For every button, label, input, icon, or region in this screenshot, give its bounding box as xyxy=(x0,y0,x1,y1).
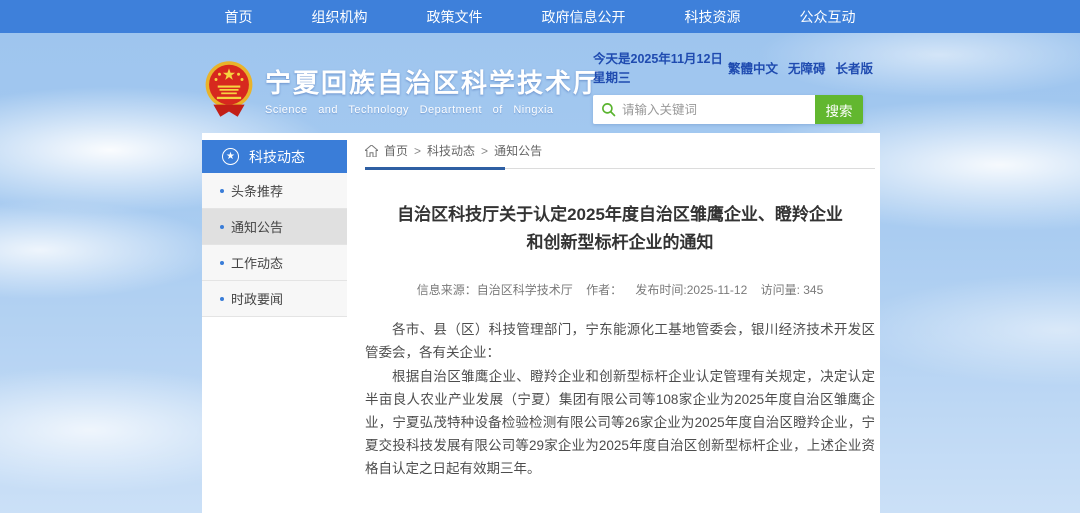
bullet-icon xyxy=(220,225,224,229)
breadcrumb-home[interactable]: 首页 xyxy=(384,142,408,159)
search-input[interactable] xyxy=(622,103,807,117)
sidebar-header: ★ 科技动态 xyxy=(202,140,347,173)
breadcrumb-notices[interactable]: 通知公告 xyxy=(494,142,542,159)
bullet-icon xyxy=(220,297,224,301)
article-body: 各市、县（区）科技管理部门，宁东能源化工基地管委会，银川经济技术开发区管委会，各… xyxy=(365,318,875,481)
nav-item-government-info[interactable]: 政府信息公开 xyxy=(542,7,626,27)
bullet-icon xyxy=(220,261,224,265)
sidebar-list: 头条推荐 通知公告 工作动态 时政要闻 xyxy=(202,173,347,317)
utility-row: 今天是2025年11月12日 星期三 繁體中文 无障碍 长者版 xyxy=(593,48,873,86)
sidebar-item-label: 时政要闻 xyxy=(231,289,283,308)
sidebar-item-work-trends[interactable]: 工作动态 xyxy=(202,245,347,281)
article-meta: 信息来源：自治区科学技术厅 作者： 发布时间:2025-11-12 访问量: 3… xyxy=(365,281,875,298)
search-icon xyxy=(601,102,616,117)
utility-links: 繁體中文 无障碍 长者版 xyxy=(728,58,873,77)
article-title: 自治区科技厅关于认定2025年度自治区雏鹰企业、瞪羚企业 和创新型标杆企业的通知 xyxy=(365,201,875,257)
content-panel: ★ 科技动态 头条推荐 通知公告 工作动态 时政要闻 xyxy=(202,133,880,513)
breadcrumb: 首页 > 科技动态 > 通知公告 xyxy=(365,133,875,169)
link-senior-version[interactable]: 长者版 xyxy=(835,58,873,77)
sidebar-title: 科技动态 xyxy=(249,147,305,167)
link-traditional-chinese[interactable]: 繁體中文 xyxy=(728,58,778,77)
top-navigation-items: 首页 组织机构 政策文件 政府信息公开 科技资源 公众互动 xyxy=(195,0,885,33)
site-title: 宁夏回族自治区科学技术厅 xyxy=(265,63,601,100)
breadcrumb-tech-news[interactable]: 科技动态 xyxy=(427,142,475,159)
meta-publish-time: 发布时间:2025-11-12 xyxy=(635,283,747,297)
national-emblem-logo xyxy=(203,59,255,119)
breadcrumb-separator: > xyxy=(414,144,421,158)
article-area: 首页 > 科技动态 > 通知公告 自治区科技厅关于认定2025年度自治区雏鹰企业… xyxy=(365,133,875,513)
sidebar-item-label: 工作动态 xyxy=(231,253,283,272)
nav-item-organization[interactable]: 组织机构 xyxy=(312,7,368,27)
top-navigation-bar: 首页 组织机构 政策文件 政府信息公开 科技资源 公众互动 xyxy=(0,0,1080,33)
meta-source: 信息来源：自治区科学技术厅 xyxy=(417,283,573,297)
article-paragraph: 根据自治区雏鹰企业、瞪羚企业和创新型标杆企业认定管理有关规定，决定认定半亩良人农… xyxy=(365,365,875,481)
article-title-line1: 自治区科技厅关于认定2025年度自治区雏鹰企业、瞪羚企业 xyxy=(365,201,875,229)
search-button[interactable]: 搜索 xyxy=(815,95,863,124)
search-bar: 搜索 xyxy=(593,95,863,124)
bullet-icon xyxy=(220,189,224,193)
breadcrumb-separator: > xyxy=(481,144,488,158)
nav-item-policy-documents[interactable]: 政策文件 xyxy=(427,7,483,27)
sidebar-item-notices[interactable]: 通知公告 xyxy=(202,209,347,245)
site-subtitle: Science and Technology Department of Nin… xyxy=(265,104,601,116)
article-paragraph: 各市、县（区）科技管理部门，宁东能源化工基地管委会，银川经济技术开发区管委会，各… xyxy=(365,318,875,364)
article-title-line2: 和创新型标杆企业的通知 xyxy=(365,229,875,257)
meta-author: 作者： xyxy=(586,283,622,297)
sidebar-item-label: 头条推荐 xyxy=(231,181,283,200)
nav-item-home[interactable]: 首页 xyxy=(225,7,253,27)
home-icon xyxy=(365,145,378,157)
site-header: 宁夏回族自治区科学技术厅 Science and Technology Depa… xyxy=(0,33,1080,133)
nav-item-public-interaction[interactable]: 公众互动 xyxy=(800,7,856,27)
link-accessibility[interactable]: 无障碍 xyxy=(788,58,826,77)
current-date: 今天是2025年11月12日 星期三 xyxy=(593,48,728,86)
meta-view-count: 访问量: 345 xyxy=(761,283,824,297)
sidebar-item-current-politics[interactable]: 时政要闻 xyxy=(202,281,347,317)
sidebar-item-headlines[interactable]: 头条推荐 xyxy=(202,173,347,209)
nav-item-tech-resources[interactable]: 科技资源 xyxy=(685,7,741,27)
site-brand[interactable]: 宁夏回族自治区科学技术厅 Science and Technology Depa… xyxy=(203,59,601,119)
brand-text: 宁夏回族自治区科学技术厅 Science and Technology Depa… xyxy=(265,63,601,116)
header-utilities: 今天是2025年11月12日 星期三 繁體中文 无障碍 长者版 搜索 xyxy=(593,48,873,124)
search-box xyxy=(593,95,815,124)
sidebar-item-label: 通知公告 xyxy=(231,217,283,236)
sidebar: ★ 科技动态 头条推荐 通知公告 工作动态 时政要闻 xyxy=(202,140,347,317)
tech-news-icon: ★ xyxy=(222,148,239,165)
